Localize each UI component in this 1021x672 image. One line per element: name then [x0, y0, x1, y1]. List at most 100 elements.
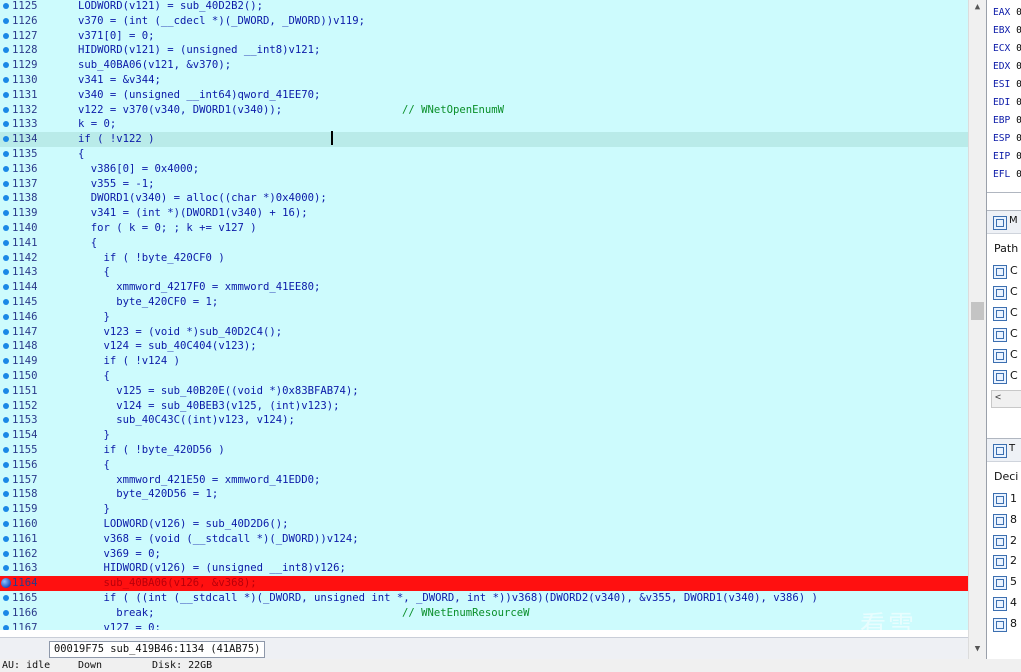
code-text[interactable]: DWORD1(v340) = alloc((char *)0x4000);	[78, 191, 327, 206]
code-line[interactable]: 1140 for ( k = 0; ; k += v127 )	[0, 221, 968, 236]
modules-pane-header[interactable]: M	[987, 210, 1021, 234]
register-value[interactable]: 0	[1016, 7, 1021, 18]
code-text[interactable]: v341 = &v344;	[78, 73, 161, 88]
register-value[interactable]: 0	[1016, 133, 1021, 144]
code-line[interactable]: 1161 v368 = (void (__stdcall *)(_DWORD))…	[0, 532, 968, 547]
code-line[interactable]: 1129 sub_40BA06(v121, &v370);	[0, 58, 968, 73]
scroll-left-arrow-icon[interactable]: <	[995, 392, 1001, 403]
register-row[interactable]: EBX 0	[993, 25, 1021, 36]
line-marker-icon[interactable]	[3, 521, 9, 527]
line-marker-icon[interactable]	[3, 299, 9, 305]
code-vertical-scrollbar[interactable]: ▲ ▼	[968, 0, 986, 659]
line-marker-icon[interactable]	[3, 284, 9, 291]
code-line[interactable]: 1150 {	[0, 369, 968, 384]
code-line[interactable]: 1158 byte_420D56 = 1;	[0, 487, 968, 502]
line-marker-icon[interactable]	[3, 461, 9, 468]
line-marker-icon[interactable]	[3, 62, 9, 69]
code-text[interactable]: v341 = (int *)(DWORD1(v340) + 16);	[78, 206, 308, 221]
code-line[interactable]: 1132 v122 = v370(v340, DWORD1(v340)); // W…	[0, 103, 968, 118]
code-text[interactable]: byte_420D56 = 1;	[78, 487, 218, 502]
register-row[interactable]: EBP 0	[993, 115, 1021, 126]
code-line[interactable]: 1153 sub_40C43C((int)v123, v124);	[0, 413, 968, 428]
code-text[interactable]: v125 = sub_40B20E((void *)0x83BFAB74);	[78, 384, 358, 399]
register-value[interactable]: 0	[1016, 169, 1021, 180]
register-row[interactable]: EIP 0	[993, 151, 1021, 162]
code-line[interactable]: 1137 v355 = -1;	[0, 177, 968, 192]
code-line[interactable]: 1154 }	[0, 428, 968, 443]
line-marker-icon[interactable]	[3, 180, 9, 187]
register-row[interactable]: EDX 0	[993, 61, 1021, 72]
register-value[interactable]: 0	[1016, 151, 1021, 162]
line-marker-icon[interactable]	[3, 506, 9, 513]
code-text[interactable]: xmmword_4217F0 = xmmword_41EE80;	[78, 280, 320, 295]
line-marker-icon[interactable]	[3, 225, 9, 231]
code-line[interactable]: 1146 }	[0, 310, 968, 325]
line-marker-icon[interactable]	[3, 609, 9, 616]
code-text[interactable]: sub_40BA06(v121, &v370);	[78, 58, 231, 73]
code-text[interactable]: if ( ((int (__stdcall *)(_DWORD, unsigne…	[78, 591, 818, 606]
code-text[interactable]: {	[78, 147, 84, 162]
code-text[interactable]: v368 = (void (__stdcall *)(_DWORD))v124;	[78, 532, 359, 547]
code-line[interactable]: 1144 xmmword_4217F0 = xmmword_41EE80;	[0, 280, 968, 295]
register-row[interactable]: EDI 0	[993, 97, 1021, 108]
line-marker-icon[interactable]	[3, 358, 9, 365]
code-line[interactable]: 1166 break; // WNetEnumResourceW	[0, 606, 968, 621]
threads-column-header[interactable]: Deci	[994, 470, 1018, 483]
code-text[interactable]: }	[78, 310, 110, 325]
breakpoint-line[interactable]: 1164 sub_40BA06(v126, &v368);	[0, 576, 968, 591]
code-text[interactable]: v355 = -1;	[78, 177, 155, 192]
threads-pane-header[interactable]: T	[987, 438, 1021, 462]
code-text[interactable]: }	[78, 502, 110, 517]
line-marker-icon[interactable]	[3, 91, 9, 98]
code-text[interactable]: for ( k = 0; ; k += v127 )	[78, 221, 257, 236]
register-row[interactable]: ECX 0	[993, 43, 1021, 54]
code-text[interactable]: if ( !byte_420D56 )	[78, 443, 225, 458]
code-text[interactable]: v386[0] = 0x4000;	[78, 162, 199, 177]
line-marker-icon[interactable]	[3, 432, 9, 439]
code-text[interactable]: LODWORD(v121) = sub_40D2B2();	[78, 0, 263, 14]
code-line[interactable]: 1127 v371[0] = 0;	[0, 29, 968, 44]
line-marker-icon[interactable]	[3, 402, 9, 409]
line-marker-icon[interactable]	[3, 565, 9, 572]
scroll-down-arrow-icon[interactable]: ▼	[972, 644, 983, 654]
code-line[interactable]: 1167 v127 = 0;	[0, 621, 968, 630]
code-text[interactable]: v124 = sub_40BEB3(v125, (int)v123);	[78, 399, 339, 414]
register-row[interactable]: EFL 0	[993, 169, 1021, 180]
code-line[interactable]: 1145 byte_420CF0 = 1;	[0, 295, 968, 310]
line-marker-icon[interactable]	[3, 77, 9, 83]
line-marker-icon[interactable]	[3, 417, 9, 424]
code-line[interactable]: 1163 HIDWORD(v126) = (unsigned __int8)v1…	[0, 561, 968, 576]
code-line[interactable]: 1155 if ( !byte_420D56 )	[0, 443, 968, 458]
code-text[interactable]: if ( !v122 )	[78, 132, 155, 147]
pseudocode-view[interactable]: 1125 LODWORD(v121) = sub_40D2B2(); 1126 v37…	[0, 0, 968, 630]
line-marker-icon[interactable]	[3, 47, 9, 54]
code-text[interactable]: HIDWORD(v126) = (unsigned __int8)v126;	[78, 561, 346, 576]
line-marker-icon[interactable]	[3, 32, 9, 39]
code-text[interactable]: }	[78, 428, 110, 443]
code-text[interactable]: v127 = 0;	[78, 621, 161, 630]
line-marker-icon[interactable]	[3, 447, 9, 453]
code-text[interactable]: k = 0;	[78, 117, 116, 132]
line-marker-icon[interactable]	[3, 476, 9, 483]
line-marker-icon[interactable]	[3, 106, 9, 113]
scroll-up-arrow-icon[interactable]: ▲	[972, 2, 983, 12]
modules-horizontal-scrollbar[interactable]: <	[991, 390, 1021, 408]
line-marker-icon[interactable]	[3, 624, 9, 630]
line-marker-icon[interactable]	[3, 165, 9, 172]
code-line[interactable]: 1131 v340 = (unsigned __int64)qword_41EE7…	[0, 88, 968, 103]
line-marker-icon[interactable]	[3, 239, 9, 246]
code-text[interactable]: xmmword_421E50 = xmmword_41EDD0;	[78, 473, 320, 488]
code-text[interactable]: v371[0] = 0;	[78, 29, 155, 44]
code-line[interactable]: 1160 LODWORD(v126) = sub_40D2D6();	[0, 517, 968, 532]
line-marker-icon[interactable]	[3, 491, 9, 498]
code-text[interactable]: sub_40C43C((int)v123, v124);	[78, 413, 295, 428]
register-value[interactable]: 0	[1016, 97, 1021, 108]
register-row[interactable]: EAX 0	[993, 7, 1021, 18]
code-text[interactable]: {	[78, 458, 110, 473]
code-text[interactable]: v370 = (int (__cdecl *)(_DWORD, _DWORD))…	[78, 14, 365, 29]
line-marker-icon[interactable]	[3, 550, 9, 557]
code-text[interactable]: if ( !byte_420CF0 )	[78, 251, 225, 266]
line-marker-icon[interactable]	[3, 343, 9, 350]
line-marker-icon[interactable]	[3, 136, 9, 143]
code-line[interactable]: 1133 k = 0;	[0, 117, 968, 132]
